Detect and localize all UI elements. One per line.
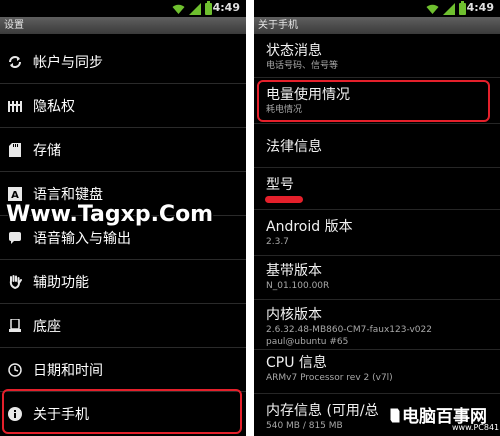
page-title: 关于手机 (254, 17, 500, 34)
menu-item-label: 存储 (33, 142, 61, 159)
info-item-legal[interactable]: 法律信息 (254, 124, 500, 168)
svg-text:A: A (11, 190, 19, 201)
sync-icon (7, 54, 23, 70)
info-subtitle: 电话号码、信号等 (266, 61, 339, 71)
info-title: 型号 (266, 177, 294, 193)
menu-item-label: 辅助功能 (33, 274, 89, 291)
keyboard-icon: A (7, 186, 23, 202)
battery-icon (205, 1, 212, 15)
info-subtitle: N_01.100.00R (266, 281, 330, 291)
signal-icon (189, 3, 201, 15)
info-subtitle: 2.6.32.48-MB860-CM7-faux123-v022 (266, 325, 432, 335)
accessibility-icon (7, 274, 23, 290)
menu-item-label: 帐户与同步 (33, 54, 103, 71)
wifi-icon (426, 4, 439, 14)
info-item-status[interactable]: 状态消息 电话号码、信号等 (254, 38, 500, 78)
signal-icon (443, 3, 455, 15)
info-title: 法律信息 (266, 139, 322, 155)
menu-item-accessibility[interactable]: 辅助功能 (0, 260, 246, 304)
info-item-cpu: CPU 信息 ARMv7 Processor rev 2 (v7l) (254, 350, 500, 394)
menu-item-dock[interactable]: 底座 (0, 304, 246, 348)
menu-item-privacy[interactable]: 隐私权 (0, 84, 246, 128)
info-item-android-version: Android 版本 2.3.7 (254, 212, 500, 256)
status-icons (172, 1, 212, 15)
status-time: 4:49 (212, 1, 240, 14)
info-item-kernel: 内核版本 2.6.32.48-MB860-CM7-faux123-v022 pa… (254, 300, 500, 350)
menu-item-label: 语言和键盘 (33, 186, 103, 203)
watermark-text: Www.Tagxp.Com (6, 202, 214, 227)
menu-item-date-time[interactable]: 日期和时间 (0, 348, 246, 392)
menu-item-storage[interactable]: 存储 (0, 128, 246, 172)
site-logo: 电脑百事网 www.PC841.Com (388, 402, 500, 436)
menu-item-label: 底座 (33, 318, 61, 335)
status-time: 4:49 (466, 1, 494, 14)
privacy-icon (7, 98, 23, 114)
status-icons (426, 1, 466, 15)
highlight-battery-use (257, 80, 490, 122)
status-bar: 4:49 (254, 0, 500, 17)
info-title: 基带版本 (266, 263, 322, 279)
info-title: 状态消息 (266, 43, 322, 59)
about-phone-screen: 4:49 关于手机 状态消息 电话号码、信号等 电量使用情况 耗电情况 法律信息… (254, 0, 500, 436)
redaction-mark (265, 196, 303, 203)
info-subtitle: ARMv7 Processor rev 2 (v7l) (266, 373, 393, 383)
info-subtitle-2: paul@ubuntu #65 (266, 337, 349, 347)
wifi-icon (172, 4, 185, 14)
page-title: 设置 (0, 17, 246, 34)
info-item-model: 型号 (254, 168, 500, 210)
info-title: Android 版本 (266, 219, 353, 235)
info-title: 内核版本 (266, 307, 322, 323)
voice-icon (7, 230, 23, 246)
storage-icon (7, 142, 23, 158)
menu-item-label: 隐私权 (33, 98, 75, 115)
info-title: CPU 信息 (266, 355, 327, 371)
menu-item-accounts-sync[interactable]: 帐户与同步 (0, 40, 246, 84)
info-item-baseband: 基带版本 N_01.100.00R (254, 256, 500, 300)
logo-url: www.PC841.Com (452, 423, 500, 432)
status-bar: 4:49 (0, 0, 246, 17)
info-subtitle: 2.3.7 (266, 237, 289, 247)
battery-icon (459, 1, 466, 15)
clock-icon (7, 362, 23, 378)
menu-item-label: 日期和时间 (33, 362, 103, 379)
highlight-about-phone (2, 389, 242, 434)
logo-icon (389, 407, 401, 424)
dock-icon (7, 318, 23, 334)
menu-item-label: 语音输入与输出 (33, 230, 131, 247)
